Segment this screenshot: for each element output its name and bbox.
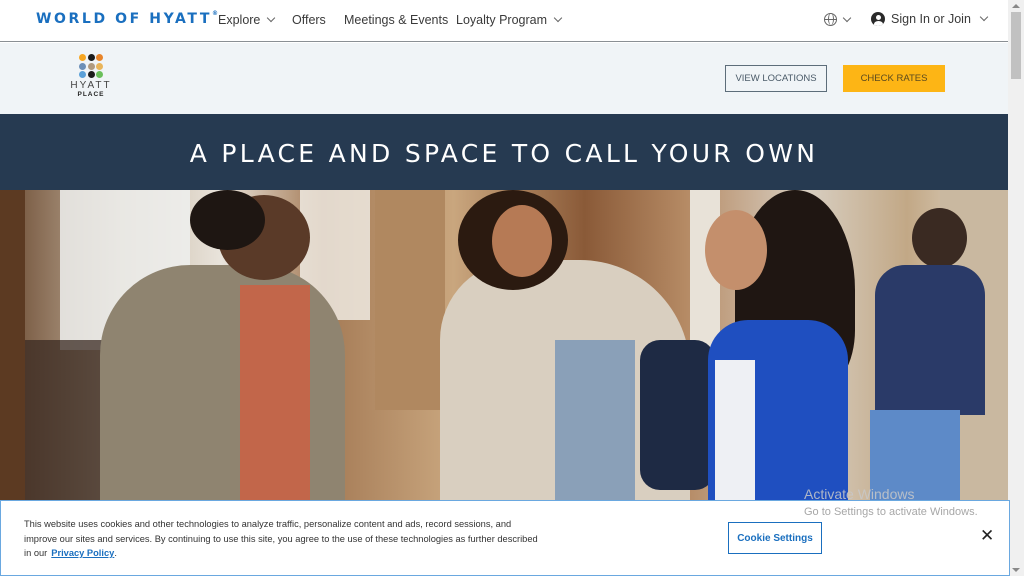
nav-item-label: Meetings & Events [344, 13, 449, 27]
check-rates-button[interactable]: CHECK RATES [843, 65, 945, 92]
person-woman-blouse [715, 360, 755, 500]
logo-dot [96, 54, 103, 61]
privacy-policy-link[interactable]: Privacy Policy [51, 548, 114, 558]
person-woman-top [555, 340, 635, 500]
activate-windows-subtitle: Go to Settings to activate Windows. [804, 506, 978, 518]
person-man-hair [190, 190, 265, 250]
logo-dot [79, 54, 86, 61]
sign-in-label: Sign In or Join [891, 12, 971, 26]
nav-item-loyalty-program[interactable]: Loyalty Program [456, 13, 563, 27]
logo-dots [79, 54, 103, 78]
nav-item-label: Loyalty Program [456, 13, 548, 27]
scrollbar-thumb[interactable] [1011, 12, 1021, 79]
chevron-down-icon [267, 13, 276, 23]
nav-item-offers[interactable]: Offers [292, 13, 326, 27]
logo-hyatt-text: HYATT [70, 80, 112, 91]
globe-icon [824, 13, 837, 26]
nav-item-label: Offers [292, 13, 326, 27]
logo-dot [79, 62, 86, 70]
chevron-down-icon [979, 12, 989, 22]
person-woman-face-right [705, 210, 767, 290]
close-icon[interactable]: ✕ [980, 527, 994, 545]
cookie-message: This website uses cookies and other tech… [24, 517, 544, 561]
bg-pillar [0, 190, 25, 500]
person-man-shirt [240, 285, 310, 500]
world-of-hyatt-logo[interactable]: WORLD OF HYATT® [36, 10, 218, 27]
scroll-up-arrow-icon[interactable] [1012, 4, 1020, 8]
user-circle-icon [871, 12, 885, 26]
cookie-text-suffix: . [114, 548, 117, 558]
logo-dot [79, 71, 86, 78]
logo-dot [96, 71, 103, 78]
brand-text: WORLD OF HYATT [36, 11, 212, 27]
top-navigation: WORLD OF HYATT® Explore Offers Meetings … [0, 0, 1008, 42]
headline-banner: A PLACE AND SPACE TO CALL YOUR OWN [0, 114, 1008, 190]
cookie-settings-button[interactable]: Cookie Settings [728, 522, 822, 554]
nav-item-meetings-events[interactable]: Meetings & Events [344, 13, 448, 27]
sign-in-menu[interactable]: Sign In or Join [871, 12, 989, 26]
chevron-down-icon [553, 13, 563, 23]
logo-dot [87, 71, 95, 78]
chevron-down-icon [842, 13, 852, 22]
person-bg-man-sweater [875, 265, 985, 415]
logo-dot [87, 62, 95, 70]
nav-item-explore[interactable]: Explore [218, 13, 276, 27]
scroll-down-arrow-icon[interactable] [1012, 568, 1020, 572]
page-headline: A PLACE AND SPACE TO CALL YOUR OWN [189, 138, 819, 168]
person-woman-face [492, 205, 552, 277]
nav-item-label: Explore [218, 13, 261, 27]
logo-place-text: PLACE [77, 91, 105, 98]
page-scrollbar[interactable] [1008, 0, 1024, 576]
logo-dot [87, 54, 95, 61]
hyatt-place-logo[interactable]: HYATT PLACE [67, 54, 115, 99]
activate-windows-title: Activate Windows [804, 486, 915, 502]
bg-column [375, 190, 445, 410]
backpack [640, 340, 715, 490]
language-selector[interactable] [824, 13, 852, 26]
logo-dot [96, 62, 103, 70]
hotel-brand-header: HYATT PLACE VIEW LOCATIONS CHECK RATES [0, 43, 1008, 114]
hero-image [0, 190, 1008, 500]
view-locations-button[interactable]: VIEW LOCATIONS [725, 65, 827, 92]
person-bg-man-head [912, 208, 967, 268]
